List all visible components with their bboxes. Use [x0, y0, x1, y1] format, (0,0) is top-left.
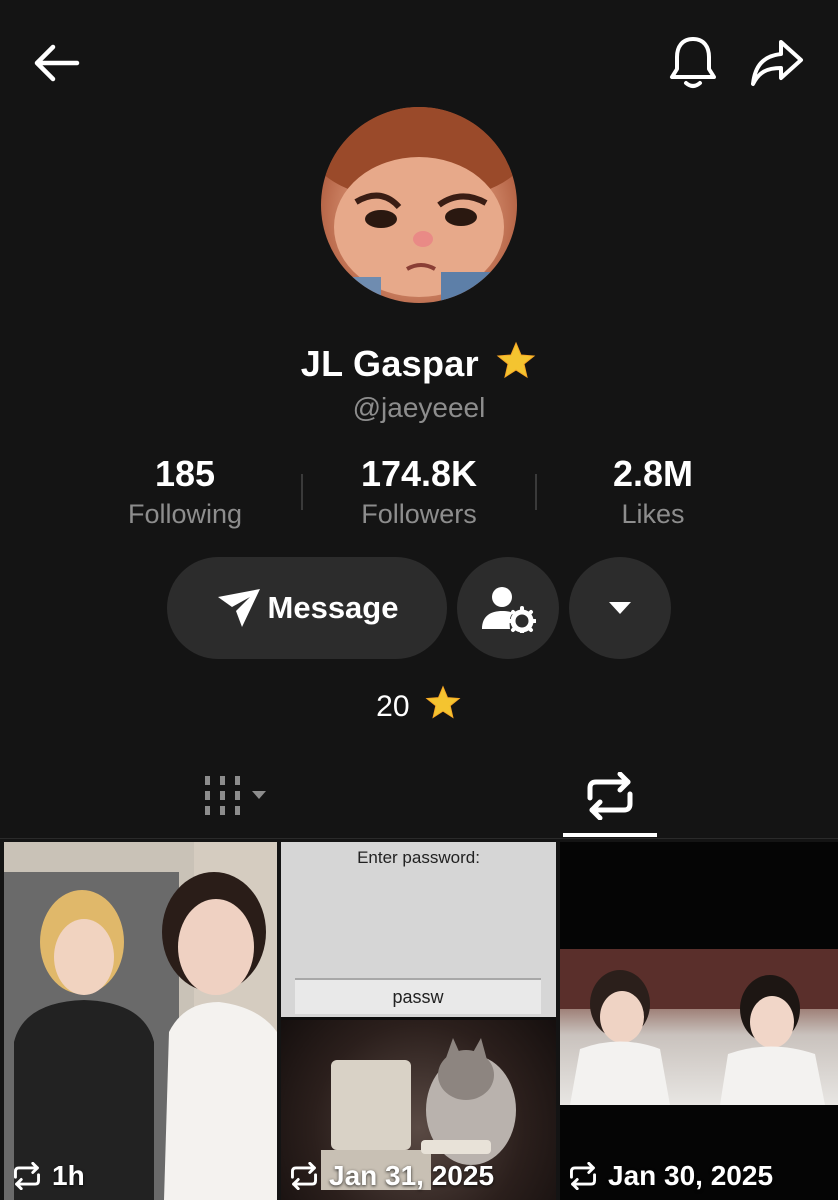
- caret-down-icon: [609, 602, 631, 614]
- password-screen-input: passw: [295, 978, 541, 1014]
- star-icon: [495, 340, 537, 391]
- send-icon: [217, 589, 260, 627]
- repost-icon: [14, 1162, 40, 1190]
- profile-stats: 185 Following 174.8K Followers 2.8M Like…: [0, 452, 838, 542]
- share-button[interactable]: [746, 34, 808, 92]
- stat-label: Following: [127, 499, 243, 529]
- avatar-illustration: [321, 107, 517, 303]
- password-screen-text: passw: [392, 987, 444, 1007]
- bell-icon: [670, 37, 716, 88]
- display-name-row: JL Gaspar: [0, 340, 838, 391]
- password-screen-title: Enter password:: [357, 848, 480, 867]
- post-image: [4, 842, 277, 1200]
- post-time: Jan 31, 2025: [329, 1160, 495, 1191]
- stat-label: Followers: [361, 499, 477, 529]
- tab-videos[interactable]: [176, 760, 296, 832]
- stat-following[interactable]: 185 Following: [85, 452, 285, 532]
- username-handle: @jaeyeeel: [352, 392, 486, 423]
- stat-divider: [535, 474, 537, 510]
- post-time-label: 1h: [12, 1160, 85, 1192]
- password-screen: Enter password: passw: [281, 842, 556, 1017]
- repost-icon: [291, 1162, 317, 1190]
- post-time: 1h: [52, 1160, 85, 1191]
- star-icon: [424, 684, 462, 730]
- post-thumbnail[interactable]: Enter password: passw Jan 31, 2025: [281, 842, 556, 1200]
- message-label: Message: [267, 590, 399, 625]
- profile-tabs: [0, 760, 838, 840]
- stars-count-value: 20: [376, 690, 410, 723]
- active-tab-indicator: [563, 833, 657, 837]
- post-thumbnail[interactable]: 1h: [4, 842, 277, 1200]
- repost-icon: [587, 772, 633, 820]
- post-time: Jan 30, 2025: [608, 1160, 774, 1191]
- repost-icon: [570, 1162, 596, 1190]
- message-button[interactable]: Message: [167, 557, 447, 659]
- stat-divider: [301, 474, 303, 510]
- grid-icon: [205, 776, 266, 815]
- stat-label: Likes: [621, 499, 685, 529]
- user-settings-button[interactable]: [457, 557, 559, 659]
- stat-followers[interactable]: 174.8K Followers: [319, 452, 519, 532]
- back-button[interactable]: [28, 38, 84, 88]
- post-time-label: Jan 30, 2025: [568, 1160, 773, 1192]
- video-still: [560, 949, 838, 1105]
- more-options-button[interactable]: [569, 557, 671, 659]
- arrow-left-icon: [34, 44, 80, 82]
- user-gear-icon: [482, 587, 536, 633]
- stars-count[interactable]: 20: [0, 684, 838, 730]
- display-name: JL Gaspar: [300, 343, 479, 384]
- share-icon: [751, 40, 803, 86]
- notifications-button[interactable]: [664, 34, 722, 92]
- post-grid: 1h Enter password: passw Jan 31, 2025 Ja…: [0, 840, 838, 1200]
- post-time-label: Jan 31, 2025: [289, 1160, 494, 1192]
- stat-value: 2.8M: [612, 453, 694, 494]
- post-thumbnail[interactable]: Jan 30, 2025: [560, 842, 838, 1200]
- stat-likes[interactable]: 2.8M Likes: [553, 452, 753, 532]
- avatar[interactable]: [321, 107, 517, 303]
- stat-value: 174.8K: [360, 453, 478, 494]
- tab-reposts[interactable]: [560, 760, 660, 832]
- tabs-divider: [0, 838, 838, 839]
- stat-value: 185: [154, 453, 216, 494]
